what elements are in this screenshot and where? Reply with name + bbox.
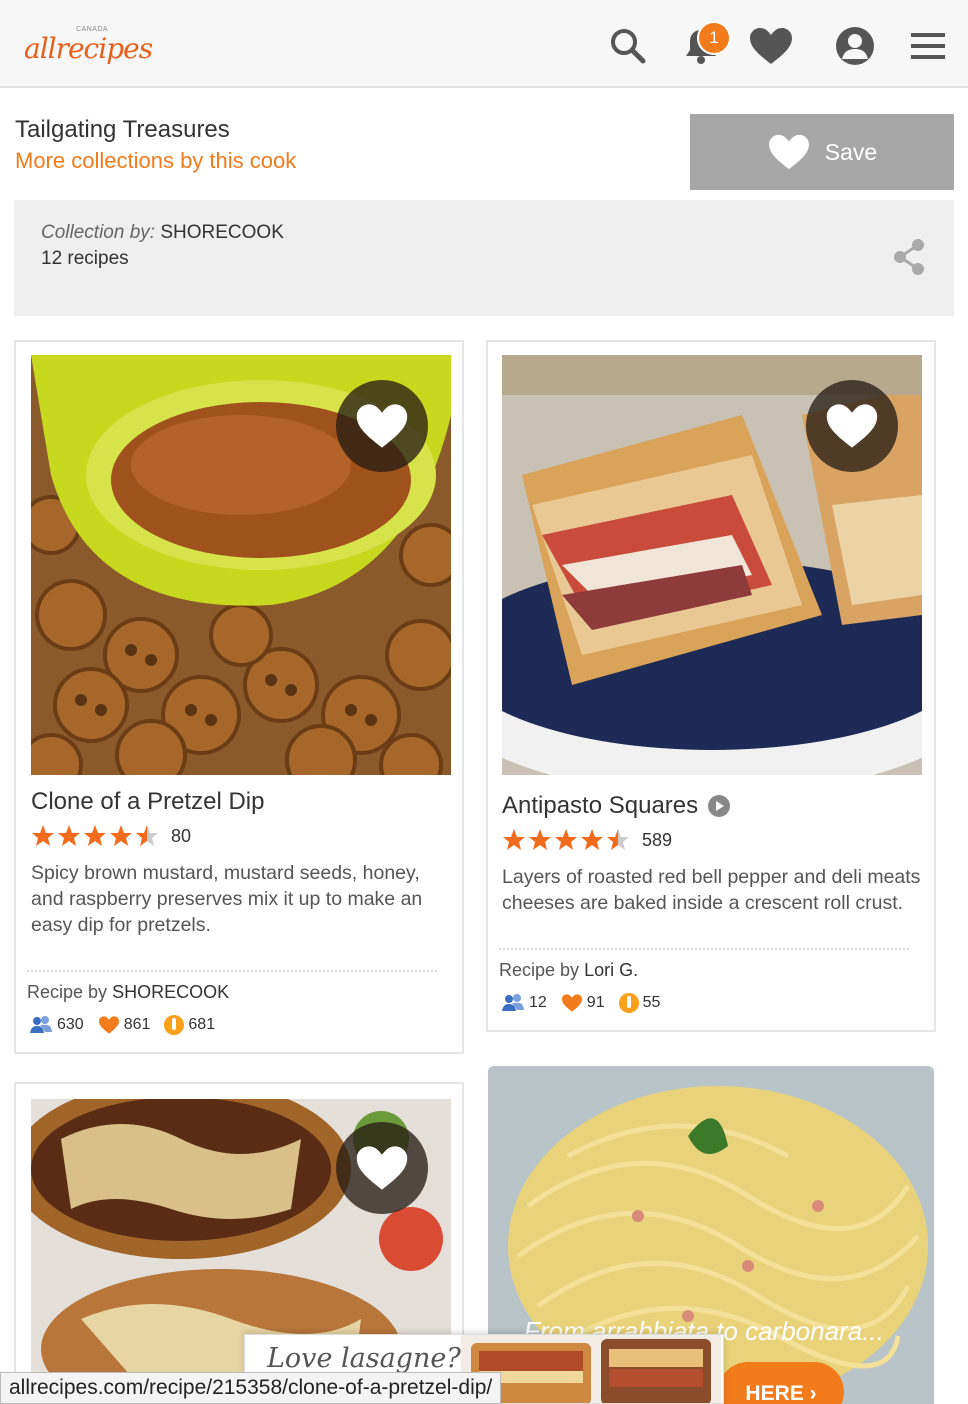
made-it-icon <box>164 1015 185 1035</box>
user-profile-icon[interactable] <box>831 22 879 70</box>
heart-icon <box>356 404 408 448</box>
favorite-button[interactable] <box>336 1122 428 1214</box>
collection-author: Collection by: SHORECOOK <box>41 222 284 244</box>
divider <box>27 970 437 972</box>
heart-icon <box>826 404 878 448</box>
promo-text: Love lasagne? <box>267 1343 461 1374</box>
collection-author-name[interactable]: SHORECOOK <box>160 222 284 243</box>
divider <box>499 948 909 950</box>
recipe-description: Spicy brown mustard, mustard seeds, hone… <box>31 862 423 936</box>
recipe-byline: Recipe by Lori G. <box>499 960 638 981</box>
recipe-stats: 12 91 55 <box>501 992 660 1014</box>
browser-status-url: allrecipes.com/recipe/215358/clone-of-a-… <box>0 1372 502 1404</box>
followers-count: 12 <box>529 994 547 1011</box>
recipe-by-label: Recipe by <box>499 960 580 980</box>
favorites-heart-icon[interactable] <box>747 22 795 70</box>
followers-count: 630 <box>57 1016 84 1033</box>
recipe-author[interactable]: SHORECOOK <box>112 982 229 1002</box>
favorites-count: 861 <box>123 1016 151 1033</box>
collection-title: Tailgating Treasures <box>15 116 230 143</box>
site-header: CANADA allrecipes 1 <box>0 0 968 88</box>
recipe-title[interactable]: Antipasto Squares <box>502 792 698 820</box>
stars-icon <box>32 825 158 846</box>
recipe-author[interactable]: Lori G. <box>584 960 638 980</box>
save-label: Save <box>824 138 878 165</box>
review-count: 589 <box>642 829 673 850</box>
recipe-byline: Recipe by SHORECOOK <box>27 982 229 1003</box>
favorite-button[interactable] <box>806 380 898 472</box>
made-it-count: 681 <box>188 1016 216 1033</box>
share-icon[interactable] <box>892 238 926 281</box>
followers-icon <box>502 994 524 1011</box>
search-icon[interactable] <box>604 22 652 70</box>
more-collections-link[interactable]: More collections by this cook <box>15 148 296 174</box>
notification-badge: 1 <box>697 21 731 55</box>
favorites-count: 91 <box>586 994 605 1011</box>
recipe-title[interactable]: Clone of a Pretzel Dip <box>31 788 264 816</box>
made-it-count: 55 <box>642 994 661 1011</box>
recipe-by-label: Recipe by <box>27 982 108 1002</box>
collection-info-panel: Collection by: SHORECOOK 12 recipes <box>14 200 954 316</box>
star-rating: 80 <box>31 824 191 848</box>
star-rating: 589 <box>502 828 672 852</box>
review-count: 80 <box>171 825 192 846</box>
save-collection-button[interactable]: Save <box>690 114 954 190</box>
ad-cta-button[interactable]: HERE › <box>718 1362 844 1404</box>
recipe-stats: 630 861 681 <box>29 1014 215 1036</box>
favorite-button[interactable] <box>336 380 428 472</box>
recipe-title-row: Antipasto Squares <box>502 792 731 820</box>
recipe-count: 12 recipes <box>41 248 129 269</box>
collection-by-label: Collection by: <box>41 222 156 243</box>
recipe-description: Layers of roasted red bell pepper and de… <box>502 866 921 914</box>
heart-icon <box>356 1146 408 1190</box>
stars-icon <box>503 829 629 850</box>
video-play-icon[interactable] <box>708 795 731 817</box>
favorites-heart-icon <box>561 994 582 1012</box>
recipe-card[interactable]: Antipasto Squares 589 Layers of roasted … <box>486 340 936 1032</box>
logo-wordmark: allrecipes <box>24 32 153 65</box>
favorites-heart-icon <box>98 1016 119 1034</box>
hamburger-menu-icon[interactable] <box>904 22 952 70</box>
heart-icon <box>768 134 809 170</box>
made-it-icon <box>618 993 639 1013</box>
followers-icon <box>30 1016 52 1033</box>
recipe-card[interactable]: Clone of a Pretzel Dip 80 Spicy brown mu… <box>14 340 464 1054</box>
